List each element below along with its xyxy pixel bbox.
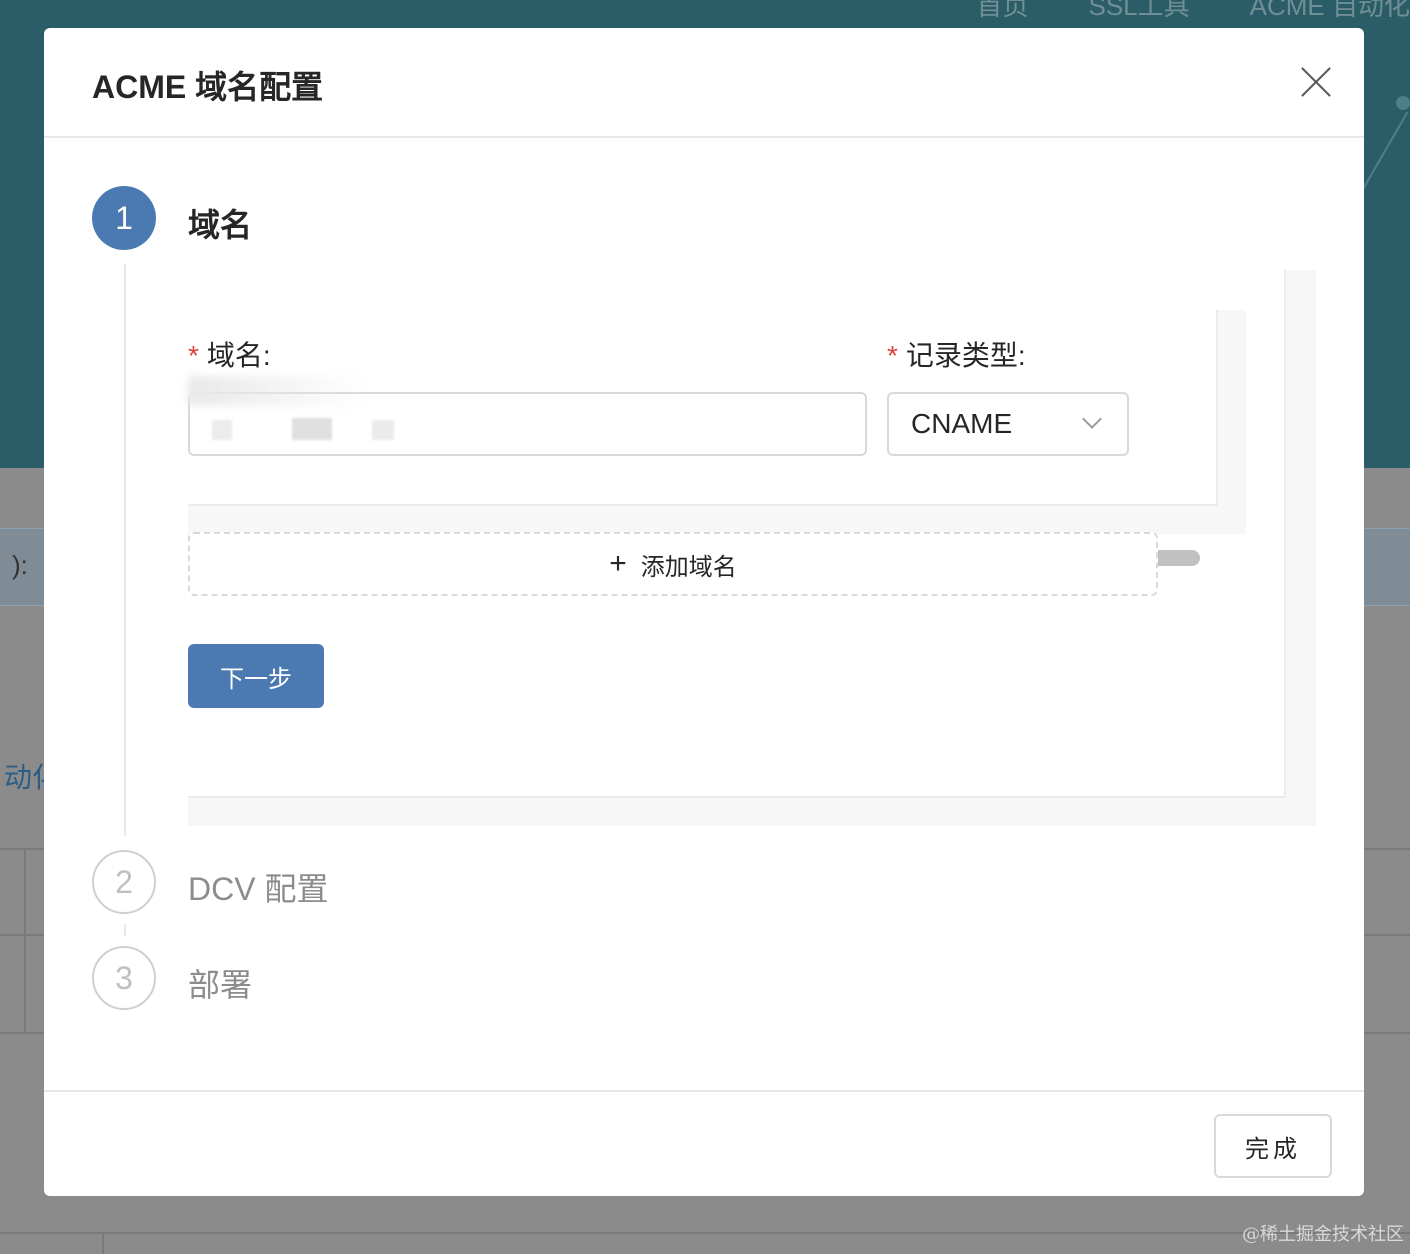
nav-item-home[interactable]: 首页 bbox=[976, 0, 1028, 23]
nav-item-ssl-tools[interactable]: SSL工具 bbox=[1089, 0, 1190, 23]
next-step-button[interactable]: 下一步 bbox=[188, 644, 324, 708]
step-3-icon: 3 bbox=[92, 946, 156, 1010]
step-1-tail bbox=[124, 264, 126, 836]
background-table-column bbox=[24, 848, 26, 1034]
plus-icon: + bbox=[609, 547, 627, 580]
step-3-title: 部署 bbox=[188, 967, 253, 1003]
nav-item-acme[interactable]: ACME 自动化 bbox=[1250, 0, 1410, 23]
background-nav: 首页 SSL工具 ACME 自动化 bbox=[976, 0, 1410, 23]
step-2-tail bbox=[124, 924, 126, 936]
step-1-title: 域名 bbox=[188, 207, 253, 243]
background-table-line bbox=[0, 1232, 1410, 1234]
modal-footer: 完成 bbox=[44, 1090, 1364, 1196]
redacted-blur bbox=[212, 420, 232, 440]
record-type-label: * 记录类型: bbox=[887, 334, 1026, 374]
decorative-line bbox=[1361, 111, 1409, 191]
domain-label: * 域名: bbox=[188, 334, 271, 374]
step-content: * 域名: * 记录类型: CNAME + 添加域名 下一步 bbox=[188, 270, 1316, 826]
required-mark: * bbox=[887, 340, 898, 371]
step-content-inner: * 域名: * 记录类型: CNAME + 添加域名 下一步 bbox=[188, 270, 1286, 798]
close-icon[interactable] bbox=[1298, 64, 1334, 100]
record-type-select[interactable]: CNAME bbox=[887, 392, 1129, 456]
domain-form: * 域名: * 记录类型: CNAME bbox=[188, 310, 1218, 506]
add-domain-label: 添加域名 bbox=[640, 553, 737, 581]
record-type-value: CNAME bbox=[911, 408, 1013, 439]
acme-domain-modal: ACME 域名配置 1 域名 * 域名: * 记录类型: CNAME + 添加域… bbox=[44, 28, 1364, 1196]
watermark: @稀土掘金技术社区 bbox=[1242, 1224, 1404, 1245]
domain-label-text: 域名: bbox=[206, 340, 271, 371]
decorative-dot bbox=[1396, 96, 1410, 110]
redacted-blur bbox=[372, 420, 394, 440]
add-domain-button[interactable]: + 添加域名 bbox=[188, 532, 1158, 596]
redacted-blur bbox=[188, 376, 368, 406]
required-mark: * bbox=[188, 340, 199, 371]
background-band-text: ): bbox=[12, 550, 28, 580]
modal-header: ACME 域名配置 bbox=[44, 28, 1364, 138]
step-2-icon: 2 bbox=[92, 850, 156, 914]
chevron-down-icon bbox=[1082, 409, 1102, 429]
step-1-icon: 1 bbox=[92, 186, 156, 250]
domain-form-scroll-area: * 域名: * 记录类型: CNAME bbox=[188, 310, 1246, 566]
background-table-column bbox=[102, 1232, 104, 1254]
done-button[interactable]: 完成 bbox=[1214, 1114, 1332, 1178]
record-type-label-text: 记录类型: bbox=[905, 340, 1026, 371]
modal-title: ACME 域名配置 bbox=[92, 69, 324, 105]
redacted-blur bbox=[292, 418, 332, 440]
step-2-title: DCV 配置 bbox=[188, 871, 329, 907]
